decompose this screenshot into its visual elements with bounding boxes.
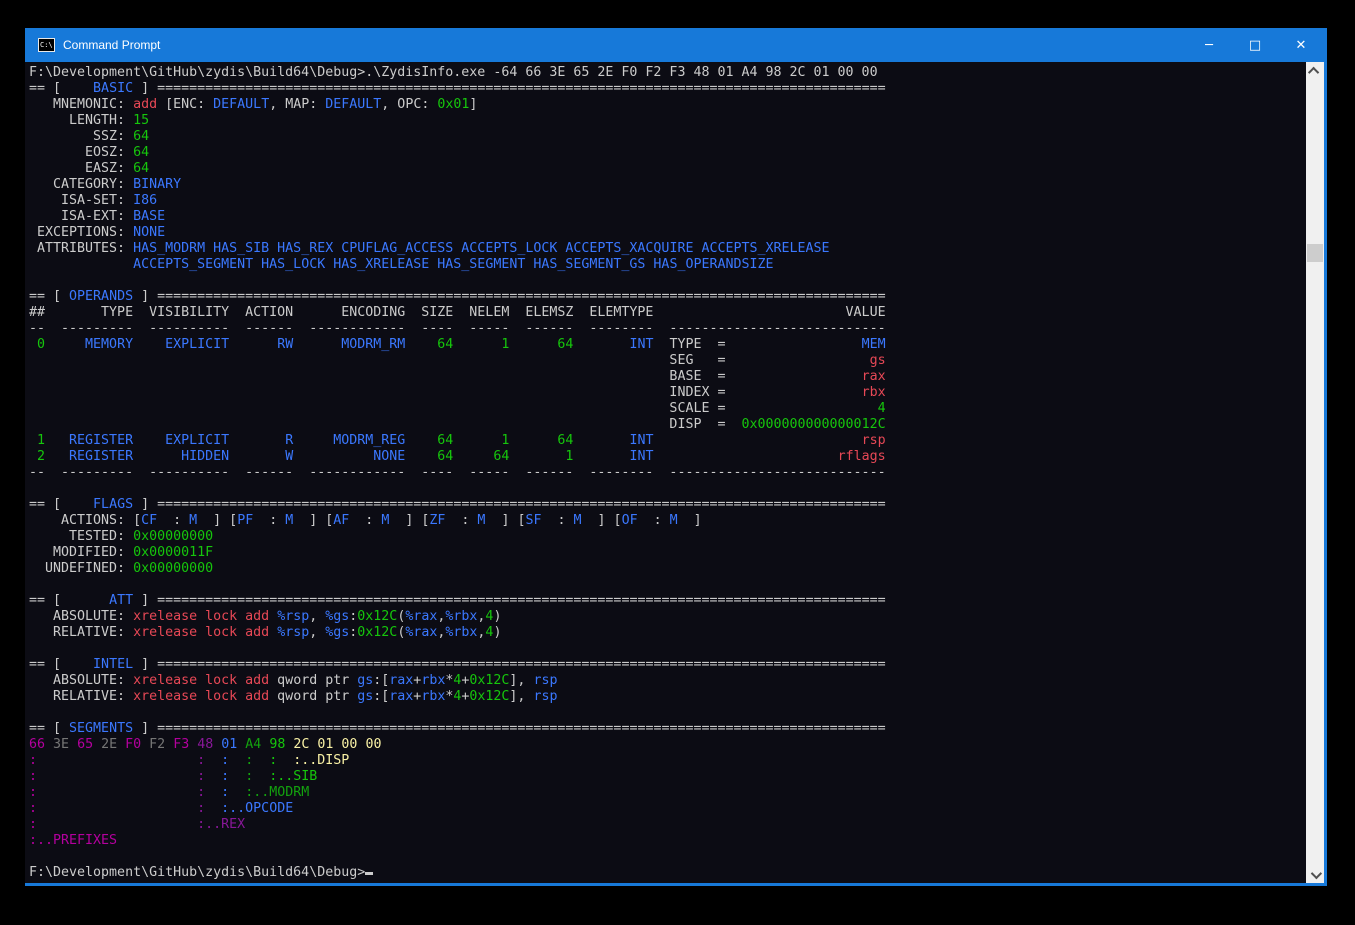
- console-line: ACTIONS: [CF : M ] [PF : M ] [AF : M ] […: [29, 513, 1306, 529]
- window-controls: ─ □ ✕: [1186, 28, 1324, 62]
- console-line: LENGTH: 15: [29, 113, 1306, 129]
- console-line: : :..REX: [29, 817, 1306, 833]
- console-line: == [ ATT ] =============================…: [29, 593, 1306, 609]
- console-line: ATTRIBUTES: HAS_MODRM HAS_SIB HAS_REX CP…: [29, 241, 1306, 257]
- console-line: == [ FLAGS ] ===========================…: [29, 497, 1306, 513]
- console-line: 1 REGISTER EXPLICIT R MODRM_REG 64 1 64 …: [29, 433, 1306, 449]
- console-line: BASE = rax: [29, 369, 1306, 385]
- console-line: F:\Development\GitHub\zydis\Build64\Debu…: [29, 65, 1306, 81]
- console-line: == [ INTEL ] ===========================…: [29, 657, 1306, 673]
- console-line: ABSOLUTE: xrelease lock add %rsp, %gs:0x…: [29, 609, 1306, 625]
- console-line: ACCEPTS_SEGMENT HAS_LOCK HAS_XRELEASE HA…: [29, 257, 1306, 273]
- console-line: : : : : :..SIB: [29, 769, 1306, 785]
- chevron-up-icon: [1308, 66, 1319, 77]
- console-line: INDEX = rbx: [29, 385, 1306, 401]
- maximize-button[interactable]: □: [1232, 28, 1278, 62]
- console-line: -- --------- ---------- ------ ---------…: [29, 465, 1306, 481]
- console-line: RELATIVE: xrelease lock add qword ptr gs…: [29, 689, 1306, 705]
- console-line: == [ OPERANDS ] ========================…: [29, 289, 1306, 305]
- console-line: ISA-EXT: BASE: [29, 209, 1306, 225]
- chevron-down-icon: [1311, 867, 1322, 878]
- console-line: UNDEFINED: 0x00000000: [29, 561, 1306, 577]
- console-line: EASZ: 64: [29, 161, 1306, 177]
- console-line: == [ BASIC ] ===========================…: [29, 81, 1306, 97]
- console-line: [29, 577, 1306, 593]
- console-line: DISP = 0x000000000000012C: [29, 417, 1306, 433]
- console-line: EOSZ: 64: [29, 145, 1306, 161]
- console-line: [29, 641, 1306, 657]
- console-line: [29, 705, 1306, 721]
- console-line: -- --------- ---------- ------ ---------…: [29, 321, 1306, 337]
- console-output[interactable]: F:\Development\GitHub\zydis\Build64\Debu…: [25, 62, 1306, 883]
- console-line: [29, 481, 1306, 497]
- console-line: [29, 849, 1306, 865]
- console-line: 2 REGISTER HIDDEN W NONE 64 64 1 INT rfl…: [29, 449, 1306, 465]
- console-line: RELATIVE: xrelease lock add %rsp, %gs:0x…: [29, 625, 1306, 641]
- console-line: [29, 273, 1306, 289]
- console-line: 0 MEMORY EXPLICIT RW MODRM_RM 64 1 64 IN…: [29, 337, 1306, 353]
- console-line: EXCEPTIONS: NONE: [29, 225, 1306, 241]
- console-line: : : :..OPCODE: [29, 801, 1306, 817]
- console-line: F:\Development\GitHub\zydis\Build64\Debu…: [29, 865, 1306, 881]
- scrollbar-up-button[interactable]: [1306, 62, 1324, 79]
- console-line: MODIFIED: 0x0000011F: [29, 545, 1306, 561]
- console-line: ABSOLUTE: xrelease lock add qword ptr gs…: [29, 673, 1306, 689]
- title-bar[interactable]: C:\ Command Prompt ─ □ ✕: [25, 28, 1324, 62]
- scrollbar-track[interactable]: [1306, 62, 1324, 883]
- console-line: : : : : : :..DISP: [29, 753, 1306, 769]
- console-line: SCALE = 4: [29, 401, 1306, 417]
- text-cursor: [365, 872, 373, 875]
- scrollbar-down-button[interactable]: [1306, 866, 1324, 883]
- console-line: SEG = gs: [29, 353, 1306, 369]
- console-line: CATEGORY: BINARY: [29, 177, 1306, 193]
- console-line: ## TYPE VISIBILITY ACTION ENCODING SIZE …: [29, 305, 1306, 321]
- console-line: == [ SEGMENTS ] ========================…: [29, 721, 1306, 737]
- console-line: 66 3E 65 2E F0 F2 F3 48 01 A4 98 2C 01 0…: [29, 737, 1306, 753]
- console-line: : : : :..MODRM: [29, 785, 1306, 801]
- console-line: SSZ: 64: [29, 129, 1306, 145]
- command-prompt-window: C:\ Command Prompt ─ □ ✕ F:\Development\…: [25, 28, 1327, 886]
- scrollbar-thumb[interactable]: [1307, 244, 1323, 262]
- close-button[interactable]: ✕: [1278, 28, 1324, 62]
- minimize-button[interactable]: ─: [1186, 28, 1232, 62]
- console-line: :..PREFIXES: [29, 833, 1306, 849]
- console-line: ISA-SET: I86: [29, 193, 1306, 209]
- window-title: Command Prompt: [63, 38, 1186, 52]
- console-line: MNEMONIC: add [ENC: DEFAULT, MAP: DEFAUL…: [29, 97, 1306, 113]
- cmd-icon: C:\: [38, 38, 55, 52]
- console-line: TESTED: 0x00000000: [29, 529, 1306, 545]
